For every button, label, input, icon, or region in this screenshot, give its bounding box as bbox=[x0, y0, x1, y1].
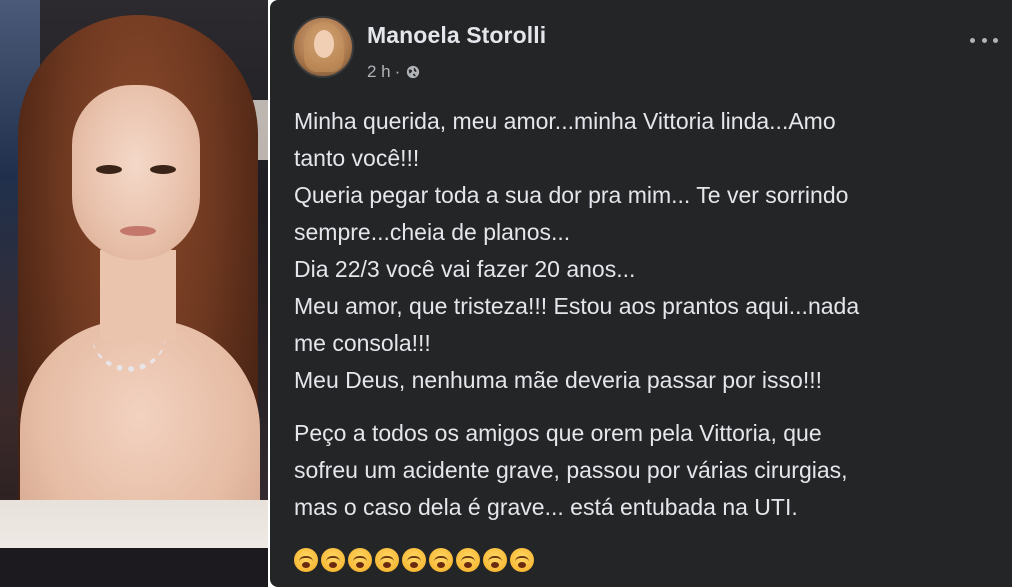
portrait-photo bbox=[0, 0, 268, 587]
author-avatar[interactable] bbox=[292, 16, 354, 78]
crying-face-icon bbox=[321, 548, 345, 572]
crying-face-icon bbox=[348, 548, 372, 572]
post-line: sempre...cheia de planos... bbox=[294, 219, 571, 245]
post-line: Minha querida, meu amor...minha Vittoria… bbox=[294, 108, 836, 134]
crying-face-icon bbox=[429, 548, 453, 572]
post-line: sofreu um acidente grave, passou por vár… bbox=[294, 457, 848, 483]
crying-face-icon bbox=[294, 548, 318, 572]
crying-face-icon bbox=[510, 548, 534, 572]
post-body: Minha querida, meu amor...minha Vittoria… bbox=[294, 103, 994, 526]
crying-face-icon bbox=[483, 548, 507, 572]
post-timestamp[interactable]: 2 h bbox=[367, 62, 391, 82]
author-name[interactable]: Manoela Storolli bbox=[367, 22, 546, 49]
post-paragraph: Minha querida, meu amor...minha Vittoria… bbox=[294, 103, 994, 399]
more-options-icon[interactable] bbox=[970, 30, 998, 50]
post-line: mas o caso dela é grave... está entubada… bbox=[294, 494, 798, 520]
crying-face-icon bbox=[402, 548, 426, 572]
post-line: me consola!!! bbox=[294, 330, 431, 356]
post-line: Queria pegar toda a sua dor pra mim... T… bbox=[294, 182, 849, 208]
emoji-row bbox=[294, 548, 534, 572]
globe-icon[interactable] bbox=[406, 65, 420, 79]
crying-face-icon bbox=[456, 548, 480, 572]
post-meta: 2 h · bbox=[367, 62, 420, 82]
post-line: Meu Deus, nenhuma mãe deveria passar por… bbox=[294, 367, 822, 393]
crying-face-icon bbox=[375, 548, 399, 572]
post-line: tanto você!!! bbox=[294, 145, 420, 171]
post-line: Dia 22/3 você vai fazer 20 anos... bbox=[294, 256, 636, 282]
facebook-post: Manoela Storolli 2 h · Minha querida, me… bbox=[270, 0, 1012, 587]
post-line: Peço a todos os amigos que orem pela Vit… bbox=[294, 420, 822, 446]
post-paragraph: Peço a todos os amigos que orem pela Vit… bbox=[294, 415, 994, 526]
meta-separator: · bbox=[394, 62, 401, 81]
post-line: Meu amor, que tristeza!!! Estou aos pran… bbox=[294, 293, 860, 319]
